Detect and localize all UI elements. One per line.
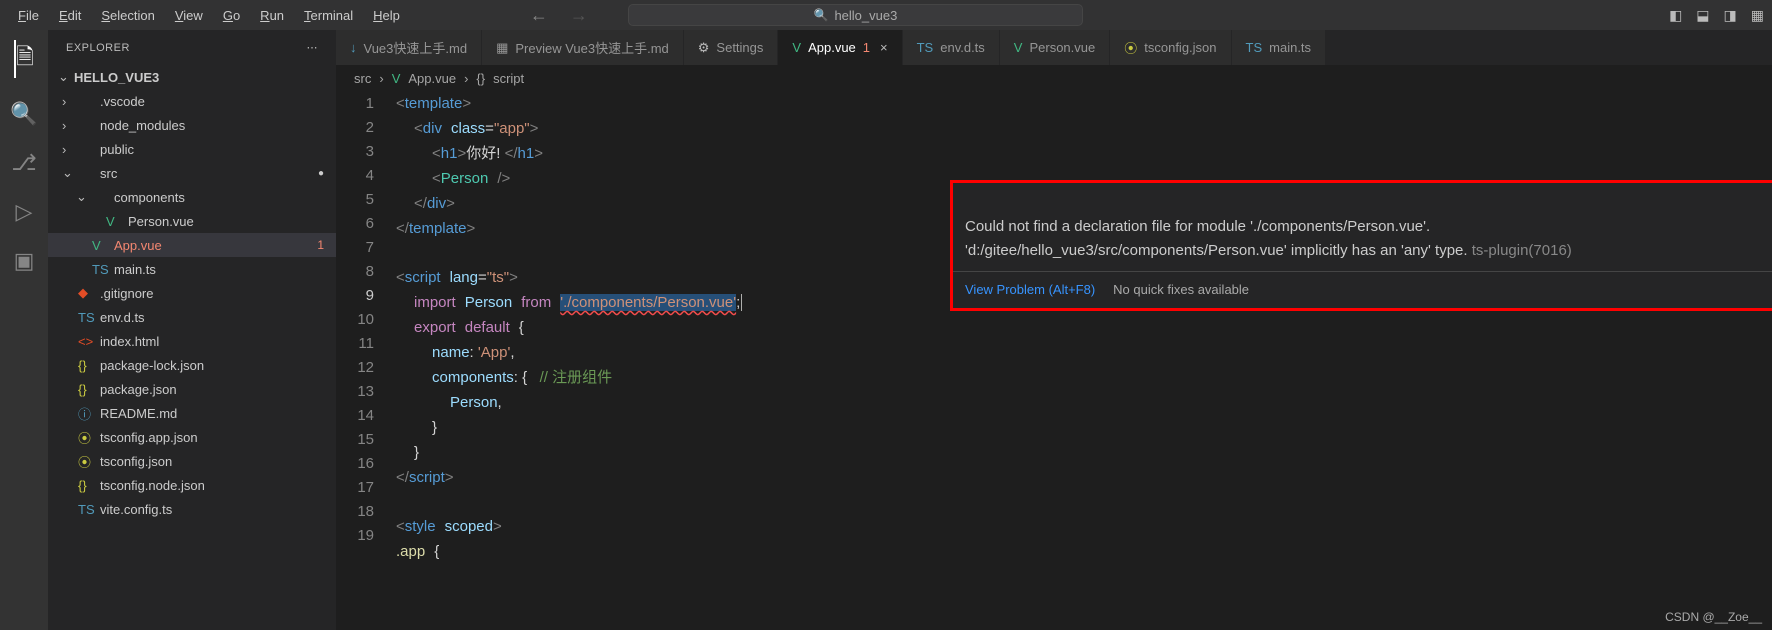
chevron-down-icon: ⌄: [58, 69, 74, 85]
file-icon: ⚙: [698, 40, 710, 56]
menu-selection[interactable]: Selection: [91, 8, 164, 23]
nav-back-icon[interactable]: ←: [530, 5, 548, 26]
file-icon: {}: [78, 478, 96, 493]
file-icon: ▦: [496, 40, 508, 56]
tree-tsconfig.node.json[interactable]: {}tsconfig.node.json: [48, 473, 336, 497]
file-icon: TS: [1246, 40, 1263, 55]
tab-tsconfig.json[interactable]: ⦿tsconfig.json: [1110, 30, 1231, 65]
scm-icon[interactable]: ⎇: [11, 150, 36, 176]
tree-package.json[interactable]: {}package.json: [48, 377, 336, 401]
editor-area: ↓Vue3快速上手.md▦Preview Vue3快速上手.md⚙Setting…: [336, 30, 1772, 630]
file-icon: {}: [78, 382, 96, 397]
file-icon: V: [92, 238, 110, 253]
menu-file[interactable]: File: [8, 8, 49, 23]
file-icon: ⓘ: [78, 404, 96, 423]
layout-custom-icon[interactable]: ▦: [1751, 7, 1764, 24]
tree-index.html[interactable]: <>index.html: [48, 329, 336, 353]
code-editor[interactable]: <template> <div class="app"> <h1>你好! </h…: [396, 90, 1772, 630]
file-icon: {}: [78, 358, 96, 373]
tree-main.ts[interactable]: TSmain.ts: [48, 257, 336, 281]
tooltip-line1: Could not find a declaration file for mo…: [965, 218, 1430, 235]
file-icon: TS: [917, 40, 934, 55]
tree-tsconfig.json[interactable]: ⦿tsconfig.json: [48, 449, 336, 473]
menu-edit[interactable]: Edit: [49, 8, 91, 23]
tooltip-line2: 'd:/gitee/hello_vue3/src/components/Pers…: [965, 242, 1468, 259]
extensions-icon[interactable]: ▣: [14, 248, 35, 274]
close-icon[interactable]: ×: [880, 40, 888, 55]
nav-fwd-icon[interactable]: →: [570, 5, 588, 26]
command-center[interactable]: 🔍 hello_vue3: [628, 4, 1083, 26]
search-text: hello_vue3: [834, 8, 897, 23]
file-icon: TS: [78, 310, 96, 325]
tab-main.ts[interactable]: TSmain.ts: [1232, 30, 1327, 65]
activity-bar: 🗎 🔍 ⎇ ▷ ▣: [0, 30, 48, 630]
error-tooltip: Could not find a declaration file for mo…: [950, 180, 1772, 311]
tree-Person.vue[interactable]: VPerson.vue: [48, 209, 336, 233]
tab-Settings[interactable]: ⚙Settings: [684, 30, 779, 65]
tree-README.md[interactable]: ⓘREADME.md: [48, 401, 336, 425]
tree-src[interactable]: ⌄src●: [48, 161, 336, 185]
vue-icon: V: [392, 71, 401, 86]
breadcrumb[interactable]: src› VApp.vue› {}script: [336, 66, 1772, 90]
error-count: 1: [863, 40, 870, 55]
file-icon: ↓: [350, 40, 357, 55]
line-numbers: 12345678910111213141516171819: [336, 90, 396, 630]
menu-help[interactable]: Help: [363, 8, 410, 23]
tab-bar: ↓Vue3快速上手.md▦Preview Vue3快速上手.md⚙Setting…: [336, 30, 1772, 66]
no-quickfix-label: No quick fixes available: [1113, 278, 1249, 302]
tab-Person.vue[interactable]: VPerson.vue: [1000, 30, 1110, 65]
sidebar: EXPLORER ⋯ ⌄ HELLO_VUE3 ›.vscode›node_mo…: [48, 30, 336, 630]
braces-icon: {}: [476, 71, 485, 86]
file-icon: ◆: [78, 285, 96, 301]
chevron-right-icon: ›: [464, 71, 468, 86]
layout-bottom-icon[interactable]: ⬓: [1696, 7, 1709, 24]
explorer-icon[interactable]: 🗎: [14, 40, 34, 78]
tree-App.vue[interactable]: VApp.vue1: [48, 233, 336, 257]
file-icon: V: [1014, 40, 1023, 55]
layout-left-icon[interactable]: ◧: [1669, 7, 1682, 24]
tab-Preview Vue3快速上手.md[interactable]: ▦Preview Vue3快速上手.md: [482, 30, 684, 65]
debug-icon[interactable]: ▷: [16, 199, 33, 225]
tree-.gitignore[interactable]: ◆.gitignore: [48, 281, 336, 305]
tree-public[interactable]: ›public: [48, 137, 336, 161]
modified-dot: ●: [318, 168, 324, 179]
menu-view[interactable]: View: [165, 8, 213, 23]
error-badge: 1: [317, 238, 324, 252]
tab-env.d.ts[interactable]: TSenv.d.ts: [903, 30, 1000, 65]
menu-run[interactable]: Run: [250, 8, 294, 23]
tab-Vue3快速上手.md[interactable]: ↓Vue3快速上手.md: [336, 30, 482, 65]
watermark: CSDN @__Zoe__: [1665, 610, 1762, 624]
chevron-right-icon: ›: [379, 71, 383, 86]
menu-terminal[interactable]: Terminal: [294, 8, 363, 23]
file-icon: TS: [92, 262, 110, 277]
tree-components[interactable]: ⌄components: [48, 185, 336, 209]
project-root[interactable]: ⌄ HELLO_VUE3: [48, 65, 336, 89]
tooltip-source: ts-plugin(7016): [1472, 242, 1572, 259]
file-icon: ⦿: [78, 428, 96, 447]
file-icon: TS: [78, 502, 96, 517]
tree-package-lock.json[interactable]: {}package-lock.json: [48, 353, 336, 377]
view-problem-link[interactable]: View Problem (Alt+F8): [965, 278, 1095, 302]
tree-.vscode[interactable]: ›.vscode: [48, 89, 336, 113]
tree-node_modules[interactable]: ›node_modules: [48, 113, 336, 137]
sidebar-more-icon[interactable]: ⋯: [307, 41, 319, 54]
file-icon: ⦿: [78, 452, 96, 471]
nav-arrows: ← →: [530, 5, 588, 26]
menubar: FileEditSelectionViewGoRunTerminalHelp ←…: [0, 0, 1772, 30]
file-icon: V: [106, 214, 124, 229]
menu-go[interactable]: Go: [213, 8, 250, 23]
tree-env.d.ts[interactable]: TSenv.d.ts: [48, 305, 336, 329]
layout-right-icon[interactable]: ◨: [1724, 7, 1737, 24]
search-icon: 🔍: [813, 8, 828, 22]
sidebar-title: EXPLORER: [66, 42, 130, 54]
file-icon: V: [792, 40, 801, 55]
file-icon: ⦿: [1124, 38, 1137, 57]
search-icon[interactable]: 🔍: [10, 101, 37, 127]
tree-vite.config.ts[interactable]: TSvite.config.ts: [48, 497, 336, 521]
tab-App.vue[interactable]: VApp.vue1×: [778, 30, 902, 65]
file-icon: <>: [78, 334, 96, 349]
tree-tsconfig.app.json[interactable]: ⦿tsconfig.app.json: [48, 425, 336, 449]
